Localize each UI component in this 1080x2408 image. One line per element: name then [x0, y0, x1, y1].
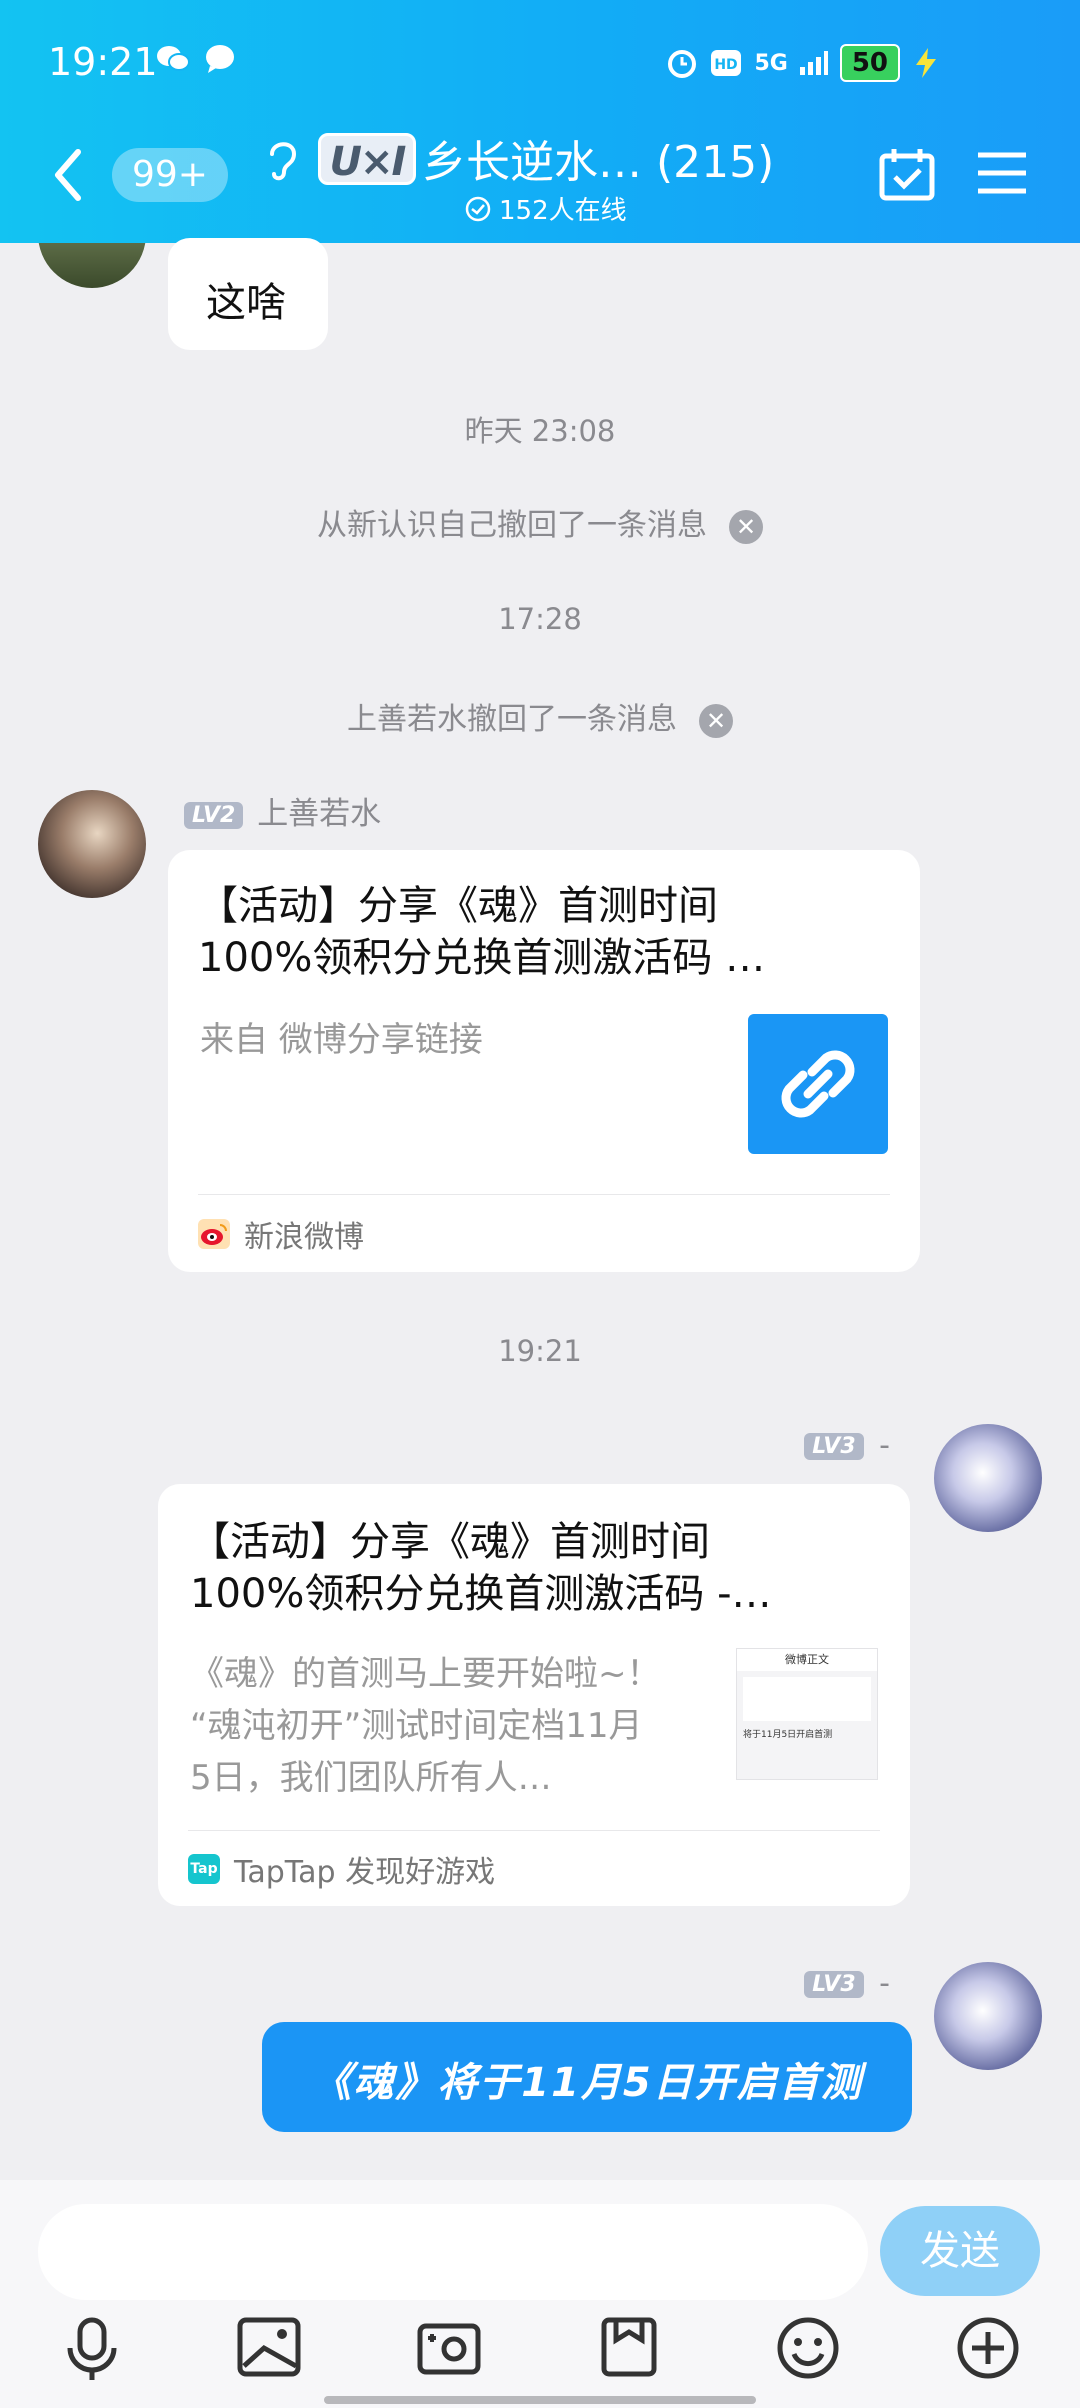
- message-input[interactable]: [38, 2204, 868, 2300]
- preview-thumbnail: 微博正文 将于11月5日开启首测: [736, 1648, 878, 1780]
- status-right-icons: HD 5G 50: [666, 44, 940, 82]
- card-title: 【活动】分享《魂》首测时间 100%领积分兑换首测激活码 …: [198, 880, 898, 984]
- card-title: 【活动】分享《魂》首测时间 100%领积分兑换首测激活码 -…: [190, 1516, 890, 1620]
- status-time: 19:21: [48, 40, 158, 84]
- link-card[interactable]: 【活动】分享《魂》首测时间 100%领积分兑换首测激活码 … 来自 微博分享链接…: [168, 850, 920, 1272]
- link-icon: [781, 1050, 855, 1118]
- level-badge: LV3: [804, 1971, 864, 1998]
- self-avatar[interactable]: [934, 1424, 1042, 1532]
- close-icon[interactable]: ✕: [729, 509, 763, 544]
- file-icon[interactable]: [596, 2316, 662, 2378]
- timestamp: 17:28: [498, 602, 582, 636]
- recall-text: 从新认识自己撤回了一条消息: [317, 508, 707, 543]
- card-footer-label: TapTap 发现好游戏: [234, 1854, 496, 1890]
- camera-icon[interactable]: [416, 2316, 482, 2378]
- plus-icon[interactable]: [956, 2316, 1020, 2380]
- sender-info: LV2 上善若水: [184, 788, 381, 833]
- sender-name[interactable]: 上善若水: [257, 796, 381, 832]
- input-area: 发送: [0, 2180, 1080, 2408]
- microphone-icon[interactable]: [62, 2316, 122, 2382]
- charging-icon: [916, 48, 936, 78]
- thumbnail-header: 微博正文: [737, 1649, 877, 1671]
- recall-notice: 上善若水撤回了一条消息 ✕: [0, 694, 1080, 738]
- recall-text: 上善若水撤回了一条消息: [347, 702, 677, 737]
- image-icon[interactable]: [236, 2316, 302, 2378]
- battery-level: 50: [839, 44, 900, 82]
- sender-avatar[interactable]: [38, 790, 146, 898]
- self-name: -: [879, 1428, 890, 1463]
- thumbnail-body: [743, 1677, 871, 1721]
- recall-notice: 从新认识自己撤回了一条消息 ✕: [0, 500, 1080, 544]
- card-footer-label: 新浪微博: [244, 1219, 364, 1255]
- online-check-icon: [465, 196, 491, 221]
- unread-count-badge[interactable]: 99+: [112, 148, 228, 202]
- group-title[interactable]: 乡长逆水… (215): [422, 126, 774, 190]
- description-line: “魂沌初开”测试时间定档11月: [190, 1706, 643, 1746]
- online-status: 152人在线: [465, 190, 627, 227]
- alarm-icon: [668, 50, 697, 78]
- weibo-icon: [198, 1218, 230, 1249]
- thumbnail-caption: 将于11月5日开启首测: [743, 1730, 833, 1740]
- self-avatar[interactable]: [934, 1962, 1042, 2070]
- send-button[interactable]: 发送: [880, 2206, 1040, 2296]
- self-name: -: [879, 1966, 890, 2001]
- card-title-line: 100%领积分兑换首测激活码 -…: [190, 1571, 772, 1617]
- wechat-icon: [157, 46, 190, 71]
- timestamp: 19:21: [498, 1334, 582, 1368]
- back-arrow-icon[interactable]: [52, 148, 84, 202]
- status-notification-icons: [156, 44, 236, 74]
- svg-text:HD: HD: [715, 57, 738, 73]
- chat-header: 19:21 HD 5G 50 99+ U×I 乡长逆水… (215) 152人在…: [0, 0, 1080, 243]
- signal-icon: [799, 51, 828, 75]
- description-line: 《魂》的首测马上要开始啦~！: [190, 1654, 661, 1694]
- message-bubble[interactable]: 这啥: [168, 238, 328, 350]
- card-source: 来自 微博分享链接: [200, 1020, 483, 1060]
- card-description: 《魂》的首测马上要开始啦~！ “魂沌初开”测试时间定档11月 5日，我们团队所有…: [190, 1648, 710, 1804]
- card-title-line: 100%领积分兑换首测激活码 …: [198, 935, 766, 981]
- ear-icon[interactable]: [264, 136, 300, 182]
- message-text: 《魂》将于11月5日开启首测: [311, 2060, 863, 2106]
- taptap-icon: Tap: [188, 1853, 220, 1884]
- timestamp: 昨天 23:08: [464, 414, 616, 448]
- card-title-line: 【活动】分享《魂》首测时间: [190, 1519, 710, 1565]
- message-icon: [206, 45, 234, 73]
- menu-icon[interactable]: [976, 150, 1028, 196]
- card-title-line: 【活动】分享《魂》首测时间: [198, 883, 718, 929]
- group-logo: U×I: [318, 133, 416, 185]
- network-label: 5G: [754, 50, 788, 76]
- blue-message-bubble[interactable]: 《魂》将于11月5日开启首测: [262, 2022, 912, 2132]
- level-badge: LV3: [804, 1433, 864, 1460]
- close-icon[interactable]: ✕: [699, 703, 733, 738]
- emoji-icon[interactable]: [776, 2316, 840, 2380]
- self-info: LV3 -: [804, 1428, 890, 1463]
- online-count: 152人在线: [499, 196, 627, 226]
- hd-icon: HD: [711, 50, 742, 76]
- link-card[interactable]: 【活动】分享《魂》首测时间 100%领积分兑换首测激活码 -… 《魂》的首测马上…: [158, 1484, 910, 1906]
- message-text: 这啥: [206, 280, 286, 326]
- home-indicator[interactable]: [324, 2396, 756, 2404]
- self-info: LV3 -: [804, 1966, 890, 2001]
- card-footer: Tap TapTap 发现好游戏: [188, 1830, 880, 1906]
- link-thumbnail: [748, 1014, 888, 1154]
- level-badge: LV2: [184, 802, 244, 829]
- description-line: 5日，我们团队所有人…: [190, 1758, 552, 1798]
- card-footer: 新浪微博: [198, 1194, 890, 1272]
- calendar-check-icon[interactable]: [878, 146, 936, 202]
